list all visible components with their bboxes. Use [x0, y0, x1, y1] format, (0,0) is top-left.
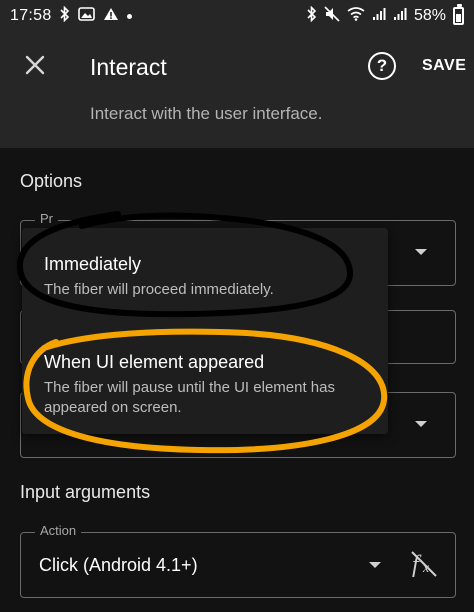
status-time: 17:58 — [10, 7, 52, 24]
bluetooth-status-icon — [307, 5, 317, 26]
gallery-icon — [77, 7, 95, 25]
help-button[interactable]: ? — [368, 52, 396, 80]
close-icon — [25, 55, 45, 75]
menu-item-title: Immediately — [44, 254, 142, 274]
page-title: Interact — [90, 54, 167, 80]
function-off-icon[interactable]: f x — [410, 548, 438, 578]
toolbar: Interact ? SAVE — [0, 40, 474, 94]
menu-item-description: The fiber will proceed immediately. — [44, 281, 274, 298]
input-arguments-section-title: Input arguments — [20, 482, 151, 502]
action-dropdown[interactable]: Action Click (Android 4.1+) — [20, 523, 456, 598]
save-button[interactable]: SAVE — [422, 57, 466, 75]
signal-icon-2 — [393, 7, 407, 25]
bluetooth-icon — [59, 5, 70, 26]
warning-icon — [103, 7, 119, 25]
notification-dot-icon — [126, 13, 132, 19]
chevron-down-icon — [415, 421, 427, 427]
chevron-down-icon — [369, 562, 381, 568]
mute-icon — [324, 6, 340, 26]
status-bar: 17:58 58% — [0, 0, 474, 32]
screen: 17:58 58% Interact ? SAVE Interact with … — [0, 0, 474, 612]
status-left: 17:58 — [10, 5, 132, 26]
battery-icon — [453, 4, 464, 25]
options-section-title: Options — [20, 171, 83, 191]
wifi-icon — [347, 7, 365, 25]
help-circle-icon: ? — [376, 56, 388, 75]
menu-item-description: The fiber will pause until the UI elemen… — [44, 379, 335, 416]
page-subtitle: Interact with the user interface. — [90, 104, 323, 123]
action-value: Click (Android 4.1+) — [39, 555, 198, 575]
menu-item-title: When UI element appeared — [44, 352, 265, 372]
proceed-field-label: Pr — [35, 211, 58, 226]
menu-item-immediately[interactable]: Immediately The fiber will proceed immed… — [22, 228, 388, 320]
status-right: 58% — [307, 4, 464, 26]
app-header: 17:58 58% Interact ? SAVE Interact with … — [0, 0, 474, 148]
menu-item-when-ui-element-appeared[interactable]: When UI element appeared The fiber will … — [22, 328, 388, 434]
chevron-down-icon — [415, 249, 427, 255]
signal-icon-1 — [372, 7, 386, 25]
close-button[interactable] — [20, 50, 50, 80]
battery-percent: 58% — [413, 7, 446, 24]
proceed-options-menu: Immediately The fiber will proceed immed… — [22, 228, 388, 434]
action-field-label: Action — [35, 523, 82, 538]
